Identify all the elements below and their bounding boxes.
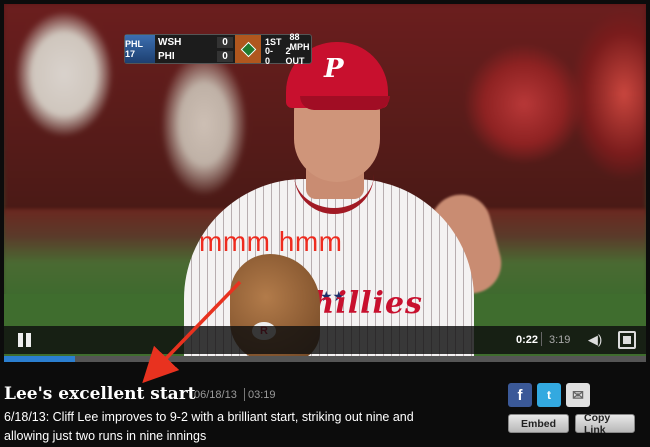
video-info: Lee's excellent start 06/18/13 03:19 6/1… bbox=[0, 362, 650, 447]
video-frame[interactable]: P ★★ Phillies R mmm hmm PHL 17 WSH 0 PHI… bbox=[4, 4, 646, 356]
home-team-row: PHI 0 bbox=[155, 49, 235, 63]
video-title: Lee's excellent start bbox=[4, 384, 196, 404]
home-team-name: PHI bbox=[158, 50, 175, 62]
cap-brim bbox=[300, 96, 390, 110]
player-controls: 0:22 3:19 ◀) bbox=[4, 326, 646, 354]
share-buttons: Embed Copy Link bbox=[508, 412, 635, 436]
video-description: 6/18/13: Cliff Lee improves to 9-2 with … bbox=[4, 410, 414, 443]
team-scores: WSH 0 PHI 0 bbox=[155, 35, 235, 63]
meta-divider bbox=[244, 388, 245, 401]
email-icon[interactable]: ✉ bbox=[566, 383, 590, 407]
pause-icon[interactable] bbox=[16, 333, 34, 349]
away-team-row: WSH 0 bbox=[155, 35, 235, 49]
network-logo: PHL 17 bbox=[125, 35, 155, 63]
facebook-icon[interactable]: f bbox=[508, 383, 532, 407]
game-situation: 1ST 88 MPH 0-0 2 OUT bbox=[261, 32, 311, 66]
annotation-text: mmm hmm bbox=[199, 226, 343, 257]
outs: 2 OUT bbox=[285, 46, 305, 66]
share-icons: f t ✉ bbox=[508, 383, 590, 407]
current-time: 0:22 bbox=[516, 334, 539, 346]
ball-strike-count: 0-0 bbox=[265, 46, 274, 66]
cap-logo: P bbox=[324, 54, 344, 84]
fullscreen-icon[interactable] bbox=[618, 331, 636, 349]
score-bug: PHL 17 WSH 0 PHI 0 1ST 88 MPH 0-0 2 OUT bbox=[124, 32, 312, 66]
bases-diamond-icon bbox=[235, 35, 261, 63]
away-team-name: WSH bbox=[158, 36, 182, 48]
home-team-score: 0 bbox=[217, 50, 233, 62]
away-team-score: 0 bbox=[217, 36, 233, 48]
video-player: P ★★ Phillies R mmm hmm PHL 17 WSH 0 PHI… bbox=[0, 0, 650, 447]
twitter-icon[interactable]: t bbox=[537, 383, 561, 407]
total-duration: 3:19 bbox=[549, 334, 571, 346]
copy-link-button[interactable]: Copy Link bbox=[575, 412, 635, 436]
time-divider bbox=[541, 332, 542, 346]
embed-button[interactable]: Embed bbox=[508, 414, 569, 433]
volume-icon[interactable]: ◀) bbox=[584, 330, 606, 350]
video-date: 06/18/13 bbox=[194, 389, 237, 401]
video-length: 03:19 bbox=[248, 389, 276, 401]
